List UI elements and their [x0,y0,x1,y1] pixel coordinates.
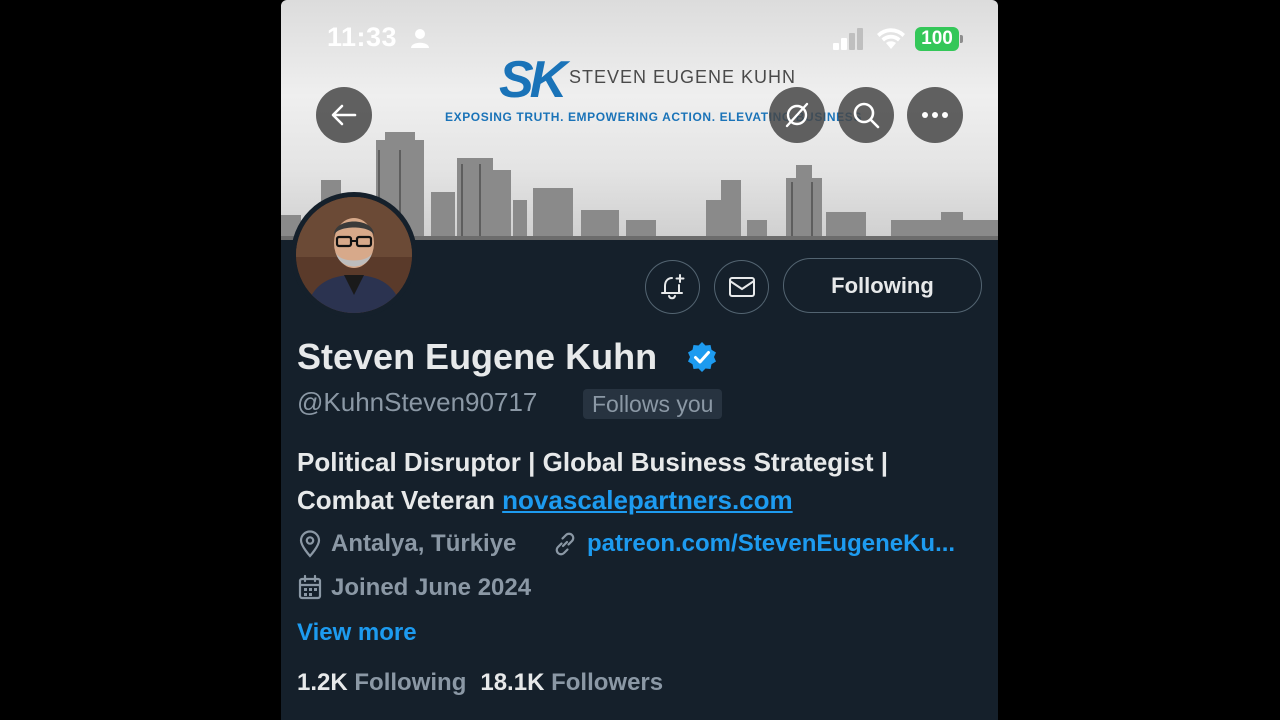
person-icon [411,29,429,48]
profile-handle: @KuhnSteven90717 [297,387,538,417]
website-link[interactable]: patreon.com/StevenEugeneKu... [587,530,955,558]
mail-icon [728,277,755,297]
profile-photo [296,197,412,313]
follows-you-badge: Follows you [583,389,723,419]
following-button[interactable]: Following [783,258,982,313]
location-pin-icon [299,530,321,558]
bio-link[interactable]: novascalepartners.com [502,485,792,515]
profile-screen: 11:33 100 SK STEVEN EUGENE KUHN EXPOSING… [281,0,998,720]
followers-count: 18.1K [480,669,545,696]
grok-button[interactable] [769,87,825,143]
back-button[interactable] [316,87,372,143]
joined-row: Joined June 2024 [297,574,531,602]
cellular-signal-icon [833,28,863,50]
brand-name: STEVEN EUGENE KUHN [569,67,797,87]
location-text: Antalya, Türkiye [331,530,517,557]
following-label: Following [354,669,467,696]
search-icon [853,102,880,129]
followers-label: Followers [551,669,664,696]
following-count: 1.2K [297,669,348,696]
brand-logo: SK [499,51,567,109]
status-time: 11:33 [327,22,398,52]
followers-stat[interactable]: 18.1K Followers [480,669,677,696]
following-stat[interactable]: 1.2K Following [297,669,480,696]
more-button[interactable] [907,87,963,143]
view-more-link[interactable]: View more [297,619,417,647]
calendar-icon [298,574,322,600]
notify-button[interactable] [645,260,700,314]
message-button[interactable] [714,260,769,314]
joined-text: Joined June 2024 [331,574,532,601]
profile-bio: Political Disruptor | Global Business St… [297,443,987,519]
more-horizontal-icon [922,112,948,118]
verified-badge-icon [688,342,716,372]
bell-plus-icon [660,274,684,300]
website-row[interactable]: patreon.com/StevenEugeneKu... [551,530,955,558]
search-button[interactable] [838,87,894,143]
profile-name: Steven Eugene Kuhn [297,336,658,377]
follow-stats: 1.2K Following 18.1K Followers [297,669,677,697]
location-row: Antalya, Türkiye [297,530,516,558]
link-icon [555,532,575,556]
arrow-left-icon [331,104,357,126]
grok-icon [785,102,809,128]
wifi-icon [877,28,905,49]
battery-indicator: 100 [915,27,963,51]
avatar[interactable] [291,192,417,318]
